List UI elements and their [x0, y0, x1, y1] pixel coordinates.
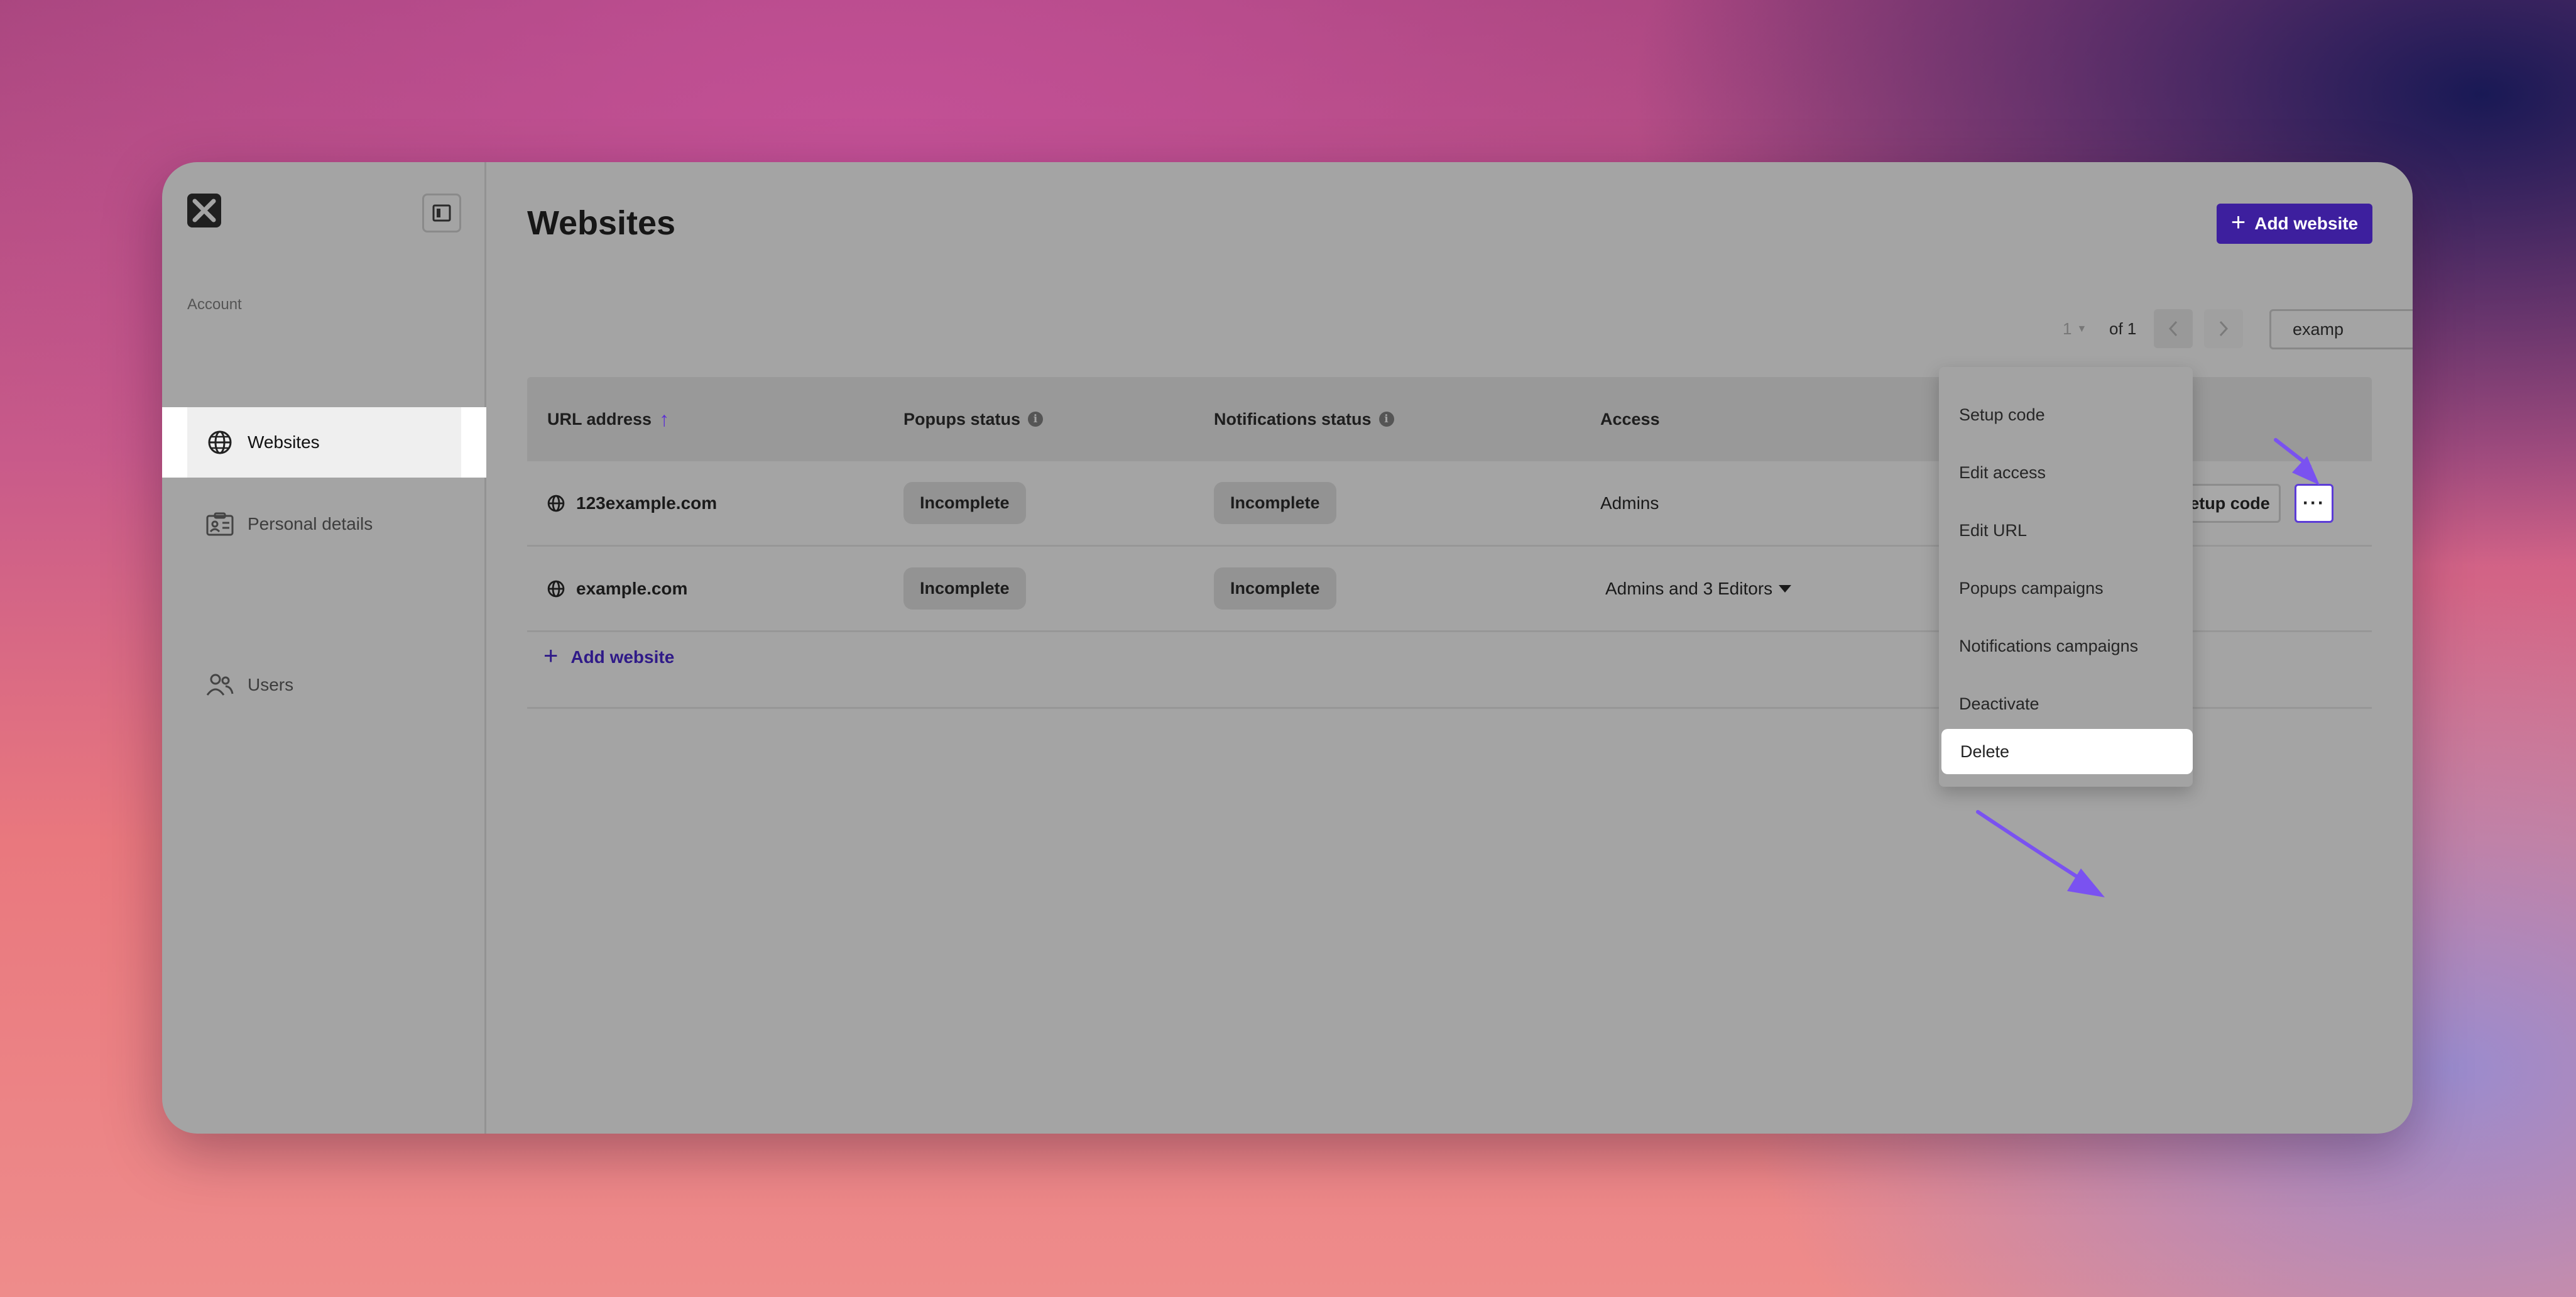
- sidebar-item-websites[interactable]: Websites: [162, 407, 486, 478]
- chevron-down-icon: ▼: [2077, 323, 2087, 334]
- sidebar-item-label: Personal details: [248, 514, 373, 534]
- sort-ascending-icon[interactable]: ↑: [659, 408, 669, 431]
- section-label-account: Account: [187, 296, 242, 313]
- column-label: Access: [1600, 409, 1660, 429]
- info-icon[interactable]: i: [1378, 412, 1394, 427]
- sidebar-item-personal-details[interactable]: Personal details: [162, 489, 486, 559]
- page-title: Websites: [527, 204, 676, 242]
- globe-icon: [547, 580, 565, 597]
- menu-item-setup-code[interactable]: Setup code: [1939, 386, 2193, 444]
- sidebar-item-users[interactable]: Users: [162, 650, 486, 720]
- column-header-access: Access: [1600, 377, 1660, 461]
- brand-logo[interactable]: [187, 194, 221, 227]
- current-page: 1: [2063, 319, 2072, 338]
- menu-item-edit-url[interactable]: Edit URL: [1939, 501, 2193, 559]
- users-icon: [206, 671, 234, 699]
- more-actions-button[interactable]: ···: [2295, 484, 2333, 523]
- sidebar-item-label: Websites: [248, 432, 320, 452]
- column-header-notifications: Notifications status i: [1214, 377, 1394, 461]
- chevron-left-icon: [2168, 320, 2178, 337]
- menu-item-delete[interactable]: Delete: [1941, 729, 2193, 774]
- globe-icon: [206, 429, 234, 456]
- status-badge: Incomplete: [1214, 482, 1336, 524]
- sidebar-collapse-button[interactable]: [422, 194, 461, 233]
- actions-menu: Setup code Edit access Edit URL Popups c…: [1939, 367, 2193, 787]
- popups-status-cell: Incomplete: [903, 547, 1026, 630]
- status-badge: Incomplete: [903, 482, 1026, 524]
- sidebar: Account Personal details Websites Users: [162, 162, 486, 1134]
- id-card-icon: [206, 510, 234, 538]
- add-website-label: Add website: [2254, 214, 2359, 233]
- menu-item-deactivate[interactable]: Deactivate: [1939, 675, 2193, 733]
- access-dropdown[interactable]: Admins and 3 Editors: [1605, 547, 1792, 630]
- logo-icon: [192, 199, 216, 222]
- column-header-popups: Popups status i: [903, 377, 1044, 461]
- notifications-status-cell: Incomplete: [1214, 461, 1336, 545]
- chevron-right-icon: [2219, 320, 2229, 337]
- caret-down-icon: [1779, 584, 1792, 593]
- plus-icon: +: [2230, 209, 2246, 236]
- menu-item-popups-campaigns[interactable]: Popups campaigns: [1939, 559, 2193, 617]
- url-cell: 123example.com: [547, 461, 717, 545]
- column-header-url[interactable]: URL address ↑: [547, 377, 669, 461]
- access-value: Admins and 3 Editors: [1605, 578, 1773, 598]
- info-icon[interactable]: i: [1028, 412, 1044, 427]
- add-website-button[interactable]: + Add website: [2217, 204, 2372, 244]
- add-website-link[interactable]: + Add website: [543, 642, 675, 670]
- page-count: of 1: [2109, 319, 2137, 338]
- globe-icon: [547, 495, 565, 512]
- website-url[interactable]: 123example.com: [576, 493, 717, 513]
- status-badge: Incomplete: [903, 567, 1026, 610]
- menu-item-notifications-campaigns[interactable]: Notifications campaigns: [1939, 617, 2193, 675]
- search-box[interactable]: ×: [2269, 309, 2413, 349]
- next-page-button[interactable]: [2204, 309, 2243, 348]
- url-cell: example.com: [547, 547, 687, 630]
- menu-item-edit-access[interactable]: Edit access: [1939, 444, 2193, 501]
- column-label: Popups status: [903, 409, 1021, 429]
- popups-status-cell: Incomplete: [903, 461, 1026, 545]
- sidebar-item-label: Users: [248, 675, 294, 694]
- column-label: URL address: [547, 409, 652, 429]
- notifications-status-cell: Incomplete: [1214, 547, 1336, 630]
- previous-page-button[interactable]: [2154, 309, 2193, 348]
- plus-icon: +: [543, 642, 559, 670]
- page-select[interactable]: 1 ▼: [2063, 319, 2087, 339]
- status-badge: Incomplete: [1214, 567, 1336, 610]
- add-website-link-label: Add website: [570, 647, 675, 667]
- access-cell: Admins: [1600, 461, 1659, 545]
- access-value: Admins: [1600, 493, 1659, 513]
- column-label: Notifications status: [1214, 409, 1372, 429]
- more-horizontal-icon: ···: [2303, 493, 2325, 513]
- sidebar-collapse-icon: [432, 204, 451, 222]
- website-url[interactable]: example.com: [576, 579, 687, 599]
- search-input[interactable]: [2293, 319, 2413, 339]
- app-window: Account Personal details Websites Users …: [162, 162, 2413, 1134]
